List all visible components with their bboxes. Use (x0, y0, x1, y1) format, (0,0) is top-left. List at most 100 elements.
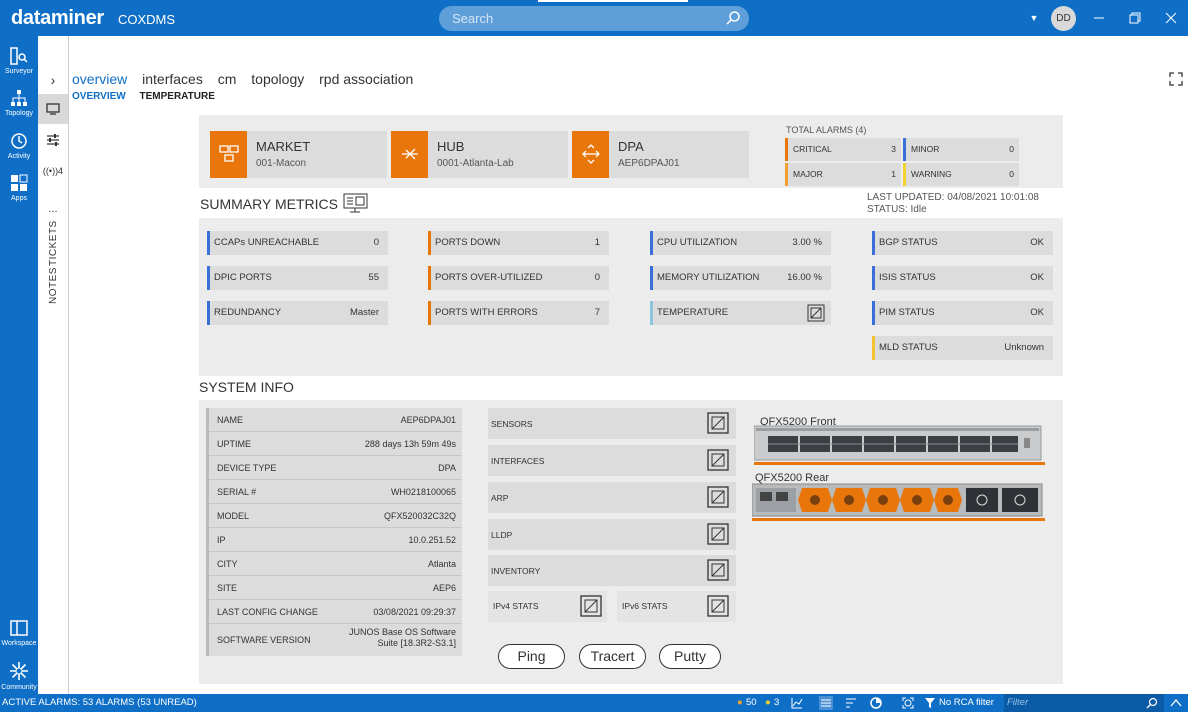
card-market[interactable]: MARKET 001-Macon (210, 131, 387, 178)
nav-topology[interactable]: Topology (0, 84, 38, 124)
search-icon[interactable] (1146, 697, 1158, 709)
info-label: CITY (217, 559, 238, 569)
link-label: INVENTORY (491, 566, 541, 576)
metric-ports-with-errors[interactable]: PORTS WITH ERRORS 7 (428, 301, 609, 325)
filter-icon[interactable] (925, 698, 935, 708)
card-dpa[interactable]: DPA AEP6DPAJ01 (572, 131, 749, 178)
signal-icon[interactable]: ((•))4 (38, 166, 68, 176)
restore-icon[interactable] (1127, 10, 1143, 26)
popout-icon[interactable] (706, 594, 730, 618)
alarm-critical[interactable]: CRITICAL 3 (785, 138, 901, 161)
popout-icon[interactable] (806, 303, 826, 323)
link-arp[interactable]: ARP (488, 482, 736, 513)
dropdown-icon[interactable]: ▼ (1026, 10, 1042, 26)
nav-activity[interactable]: Activity (0, 127, 38, 167)
link-lldp[interactable]: LLDP (488, 519, 736, 550)
metric-value: 3.00 % (792, 237, 822, 248)
metric-bgp-status[interactable]: BGP STATUS OK (872, 231, 1053, 255)
focus-icon[interactable] (902, 697, 914, 709)
link-sensors[interactable]: SENSORS (488, 408, 736, 439)
chevron-right-icon[interactable]: › (38, 72, 68, 88)
side-panel-monitor[interactable] (38, 94, 68, 124)
tab-topology[interactable]: topology (251, 71, 304, 87)
surveyor-icon (10, 47, 28, 65)
tab-cm[interactable]: cm (218, 71, 237, 87)
metric-value: OK (1030, 307, 1044, 318)
more-icon[interactable]: ... (38, 203, 68, 215)
popout-icon[interactable] (706, 485, 730, 509)
last-updated: LAST UPDATED: 04/08/2021 10:01:08 STATUS… (867, 192, 1039, 216)
popout-icon[interactable] (706, 448, 730, 472)
alarm-count-yellow[interactable]: 3 (774, 697, 779, 708)
metric-isis-status[interactable]: ISIS STATUS OK (872, 266, 1053, 290)
workspace-icon (10, 620, 28, 636)
dashboard-icon[interactable] (343, 193, 368, 213)
metric-value: OK (1030, 237, 1044, 248)
info-row: MODEL QFX520032C32Q (209, 504, 462, 528)
search-icon[interactable] (725, 10, 741, 26)
nav-workspace[interactable]: Workspace (0, 614, 38, 654)
info-label: DEVICE TYPE (217, 463, 277, 473)
alarm-value: 3 (891, 144, 896, 154)
metric-value: 7 (594, 307, 600, 318)
alarm-warning[interactable]: WARNING 0 (903, 163, 1019, 186)
nav-surveyor[interactable]: Surveyor (0, 42, 38, 82)
alarm-minor[interactable]: MINOR 0 (903, 138, 1019, 161)
line-chart-icon[interactable] (791, 697, 803, 709)
metric-memory-utilization[interactable]: MEMORY UTILIZATION 16.00 % (650, 266, 831, 290)
tracert-button[interactable]: Tracert (579, 644, 646, 669)
filter-input[interactable]: Filter (1004, 694, 1164, 712)
metric-mld-status[interactable]: MLD STATUS Unknown (872, 336, 1053, 360)
card-title: DPA (618, 139, 644, 154)
info-label: MODEL (217, 511, 250, 521)
metric-pim-status[interactable]: PIM STATUS OK (872, 301, 1053, 325)
tab-overview[interactable]: overview (72, 71, 127, 87)
nav-apps[interactable]: Apps (0, 169, 38, 209)
popout-icon[interactable] (706, 411, 730, 435)
alarm-count-orange[interactable]: 50 (746, 697, 757, 708)
subtab-temperature[interactable]: TEMPERATURE (140, 91, 215, 102)
minimize-icon[interactable] (1091, 10, 1107, 26)
search-input[interactable]: Search (439, 6, 749, 31)
metric-ports-over-utilized[interactable]: PORTS OVER-UTILIZED 0 (428, 266, 609, 290)
sliders-icon[interactable] (46, 134, 60, 146)
metric-redundancy[interactable]: REDUNDANCY Master (207, 301, 388, 325)
tab-interfaces[interactable]: interfaces (142, 71, 203, 87)
metric-dpic-ports[interactable]: DPIC PORTS 55 (207, 266, 388, 290)
putty-button[interactable]: Putty (659, 644, 721, 669)
fullscreen-icon[interactable] (1169, 72, 1183, 86)
link-inventory[interactable]: INVENTORY (488, 555, 736, 586)
popout-icon[interactable] (579, 594, 603, 618)
ping-button[interactable]: Ping (498, 644, 565, 669)
metric-cpu-utilization[interactable]: CPU UTILIZATION 3.00 % (650, 231, 831, 255)
link-interfaces[interactable]: INTERFACES (488, 445, 736, 476)
list-icon[interactable] (819, 696, 833, 710)
nav-community[interactable]: Community (0, 656, 38, 696)
tab-rpd-association[interactable]: rpd association (319, 71, 413, 87)
total-alarms-title: TOTAL ALARMS (4) (786, 125, 867, 135)
popout-icon[interactable] (706, 522, 730, 546)
tickets-tab[interactable]: TICKETS (48, 220, 59, 266)
close-icon[interactable] (1163, 10, 1179, 26)
nav-label: Community (1, 684, 37, 691)
info-label: SOFTWARE VERSION (217, 635, 311, 645)
link-ipv4-stats[interactable]: IPv4 STATS (488, 591, 607, 622)
card-hub[interactable]: HUB 0001-Atlanta-Lab (391, 131, 568, 178)
info-value: Atlanta (427, 559, 456, 569)
popout-icon[interactable] (706, 558, 730, 582)
metric-ccaps-unreachable[interactable]: CCAPs UNREACHABLE 0 (207, 231, 388, 255)
notes-tab[interactable]: NOTES (48, 267, 59, 304)
metric-temperature[interactable]: TEMPERATURE (650, 301, 831, 325)
info-row: CITY Atlanta (209, 552, 462, 576)
pie-icon[interactable] (870, 697, 882, 709)
chevron-up-icon[interactable] (1170, 697, 1182, 709)
rca-filter-label[interactable]: No RCA filter (939, 697, 994, 708)
sort-icon[interactable] (845, 697, 857, 709)
alarm-major[interactable]: MAJOR 1 (785, 163, 901, 186)
metric-ports-down[interactable]: PORTS DOWN 1 (428, 231, 609, 255)
avatar[interactable]: DD (1051, 6, 1076, 31)
active-alarms-text[interactable]: ACTIVE ALARMS: 53 ALARMS (53 UNREAD) (2, 697, 197, 708)
subtab-overview[interactable]: OVERVIEW (72, 91, 126, 102)
alarm-label: WARNING (911, 169, 952, 179)
link-ipv6-stats[interactable]: IPv6 STATS (617, 591, 736, 622)
